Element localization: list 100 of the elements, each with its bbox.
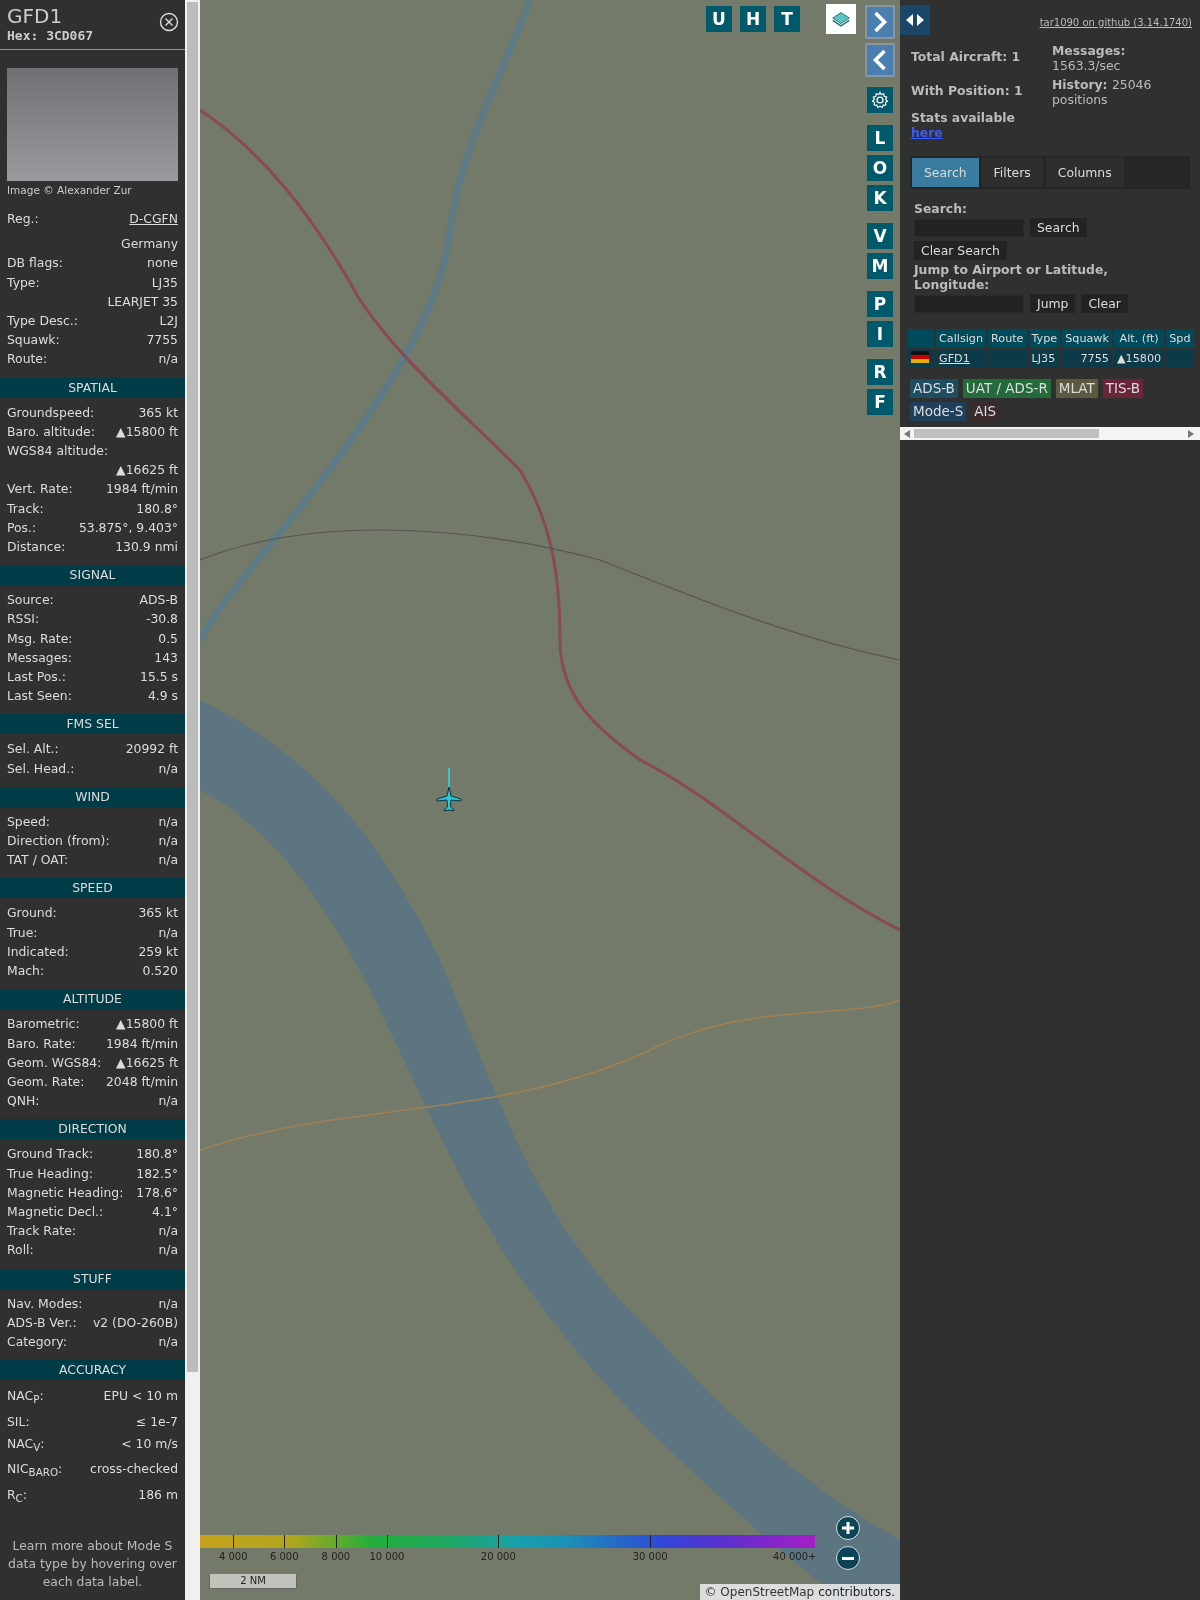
layers-button[interactable] bbox=[826, 4, 856, 34]
map-toggle-button[interactable]: H bbox=[740, 6, 766, 32]
field-label: Distance: bbox=[7, 538, 66, 557]
field-value: 2048 ft/min bbox=[106, 1072, 178, 1091]
field-value: -30.8 bbox=[145, 610, 178, 629]
altitude-legend-label: 20 000 bbox=[480, 1551, 516, 1562]
horizontal-scrollbar[interactable] bbox=[900, 427, 1200, 440]
jump-label: Jump to Airport or Latitude, Longitude: bbox=[914, 262, 1110, 292]
map-toggle-button[interactable]: T bbox=[774, 6, 800, 32]
column-header[interactable]: Route bbox=[988, 329, 1027, 348]
field-label: Baro. altitude: bbox=[7, 422, 95, 441]
field-label: True: bbox=[7, 923, 38, 942]
field-label: Baro. Rate: bbox=[7, 1034, 76, 1053]
field-value: 7755 bbox=[146, 331, 178, 350]
total-aircraft-stat: Total Aircraft: 1 bbox=[911, 49, 1022, 64]
source-legend-tag: TIS-B bbox=[1102, 379, 1144, 398]
column-header[interactable]: Spd bbox=[1166, 329, 1194, 348]
field-label: Squawk: bbox=[7, 331, 60, 350]
registration-link[interactable]: D-CGFN bbox=[129, 209, 178, 229]
jump-button[interactable]: Jump bbox=[1030, 294, 1076, 313]
field-label: Ground Track: bbox=[7, 1145, 94, 1164]
section-header: ALTITUDE bbox=[0, 989, 185, 1010]
source-legend-tag: MLAT bbox=[1055, 379, 1098, 398]
field-value: 365 kt bbox=[138, 904, 178, 923]
field-value: 180.8° bbox=[136, 1145, 178, 1164]
github-link[interactable]: tar1090 on github (3.14.1740) bbox=[1039, 17, 1192, 28]
field-label: Track Rate: bbox=[7, 1222, 76, 1241]
field-value: Germany bbox=[121, 235, 178, 254]
field-value: n/a bbox=[158, 350, 178, 369]
field-value: 0.520 bbox=[142, 962, 178, 981]
tab[interactable]: Filters bbox=[981, 158, 1043, 187]
with-position-stat: With Position: 1 bbox=[911, 83, 1024, 98]
attribution-text: © OpenStreetMap bbox=[704, 1585, 815, 1599]
search-button[interactable]: Search bbox=[1030, 218, 1087, 237]
previous-button[interactable] bbox=[865, 43, 895, 77]
field-value: 180.8° bbox=[136, 499, 178, 518]
field-value: cross-checked bbox=[90, 1460, 178, 1479]
field-label: Magnetic Heading: bbox=[7, 1183, 124, 1202]
field-label: Last Seen: bbox=[7, 687, 72, 706]
field-value: 178.6° bbox=[136, 1183, 178, 1202]
map-toggle-button[interactable]: P bbox=[867, 291, 893, 317]
map-toggle-button[interactable]: L bbox=[867, 125, 893, 151]
field-value: n/a bbox=[158, 832, 178, 851]
field-value: 143 bbox=[154, 648, 178, 667]
aircraft-icon[interactable] bbox=[435, 785, 463, 813]
field-value: n/a bbox=[158, 812, 178, 831]
column-header[interactable]: Alt. (ft) bbox=[1114, 329, 1165, 348]
altitude-legend-label: 8 000 bbox=[321, 1551, 351, 1562]
column-header[interactable]: Type bbox=[1028, 329, 1061, 348]
map-toggle-button[interactable]: I bbox=[867, 321, 893, 347]
field-label: Type: bbox=[7, 273, 40, 292]
settings-button[interactable] bbox=[867, 87, 893, 113]
tab[interactable]: Columns bbox=[1045, 158, 1124, 187]
field-value: ADS-B bbox=[139, 591, 178, 610]
close-icon[interactable] bbox=[159, 12, 179, 32]
clear-button[interactable]: Clear bbox=[1081, 294, 1128, 313]
field-label: Indicated: bbox=[7, 942, 69, 961]
attribution-link[interactable]: contributors. bbox=[818, 1585, 895, 1599]
source-legend-tag: ADS-B bbox=[910, 379, 958, 398]
field-value: 4.1° bbox=[152, 1202, 178, 1221]
field-value: L2J bbox=[159, 312, 178, 330]
altitude-legend-label: 30 000 bbox=[632, 1551, 668, 1562]
altitude-legend-label: 6 000 bbox=[269, 1551, 299, 1562]
field-value: n/a bbox=[158, 1241, 178, 1260]
field-value: ≤ 1e-7 bbox=[135, 1412, 178, 1431]
field-value: n/a bbox=[158, 1294, 178, 1313]
column-header[interactable]: Squawk bbox=[1062, 329, 1112, 348]
map-toggle-button[interactable]: K bbox=[867, 185, 893, 211]
flag-icon bbox=[911, 351, 929, 363]
field-label: Sel. Head.: bbox=[7, 759, 75, 778]
map-toggle-button[interactable]: O bbox=[867, 155, 893, 181]
map-toggle-button[interactable]: M bbox=[867, 253, 893, 279]
next-button[interactable] bbox=[865, 5, 895, 39]
table-cell: 7755 bbox=[1062, 350, 1112, 367]
section-header: SIGNAL bbox=[0, 565, 185, 586]
field-value: 259 kt bbox=[138, 942, 178, 961]
column-header[interactable]: Callsign bbox=[936, 329, 986, 348]
map-toggle-button[interactable]: R bbox=[867, 359, 893, 385]
field-label: Roll: bbox=[7, 1241, 34, 1260]
tab[interactable]: Search bbox=[912, 158, 979, 187]
clear-search-button[interactable]: Clear Search bbox=[914, 241, 1007, 260]
field-label: Mach: bbox=[7, 962, 45, 981]
expand-button[interactable] bbox=[900, 5, 930, 35]
field-value: 130.9 nmi bbox=[115, 538, 178, 557]
photo-credit: Image © Alexander Zur bbox=[7, 184, 133, 196]
section-header: FMS SEL bbox=[0, 714, 185, 735]
scroll-right-icon[interactable] bbox=[1188, 429, 1194, 438]
scrollbar[interactable] bbox=[185, 0, 200, 1600]
map-toggle-button[interactable]: U bbox=[706, 6, 732, 32]
field-value: 365 kt bbox=[138, 403, 178, 422]
map-toggle-button[interactable]: V bbox=[867, 223, 893, 249]
field-label: Nav. Modes: bbox=[7, 1294, 83, 1313]
altitude-legend-label: 4 000 bbox=[218, 1551, 248, 1562]
scroll-left-icon[interactable] bbox=[904, 429, 910, 438]
chevron-right-icon bbox=[871, 10, 889, 34]
field-label: Geom. WGS84: bbox=[7, 1053, 102, 1072]
plus-icon bbox=[842, 1522, 854, 1534]
field-label: SIL: bbox=[7, 1412, 30, 1431]
field-label: DB flags: bbox=[7, 254, 63, 273]
map-toggle-button[interactable]: F bbox=[867, 389, 893, 415]
